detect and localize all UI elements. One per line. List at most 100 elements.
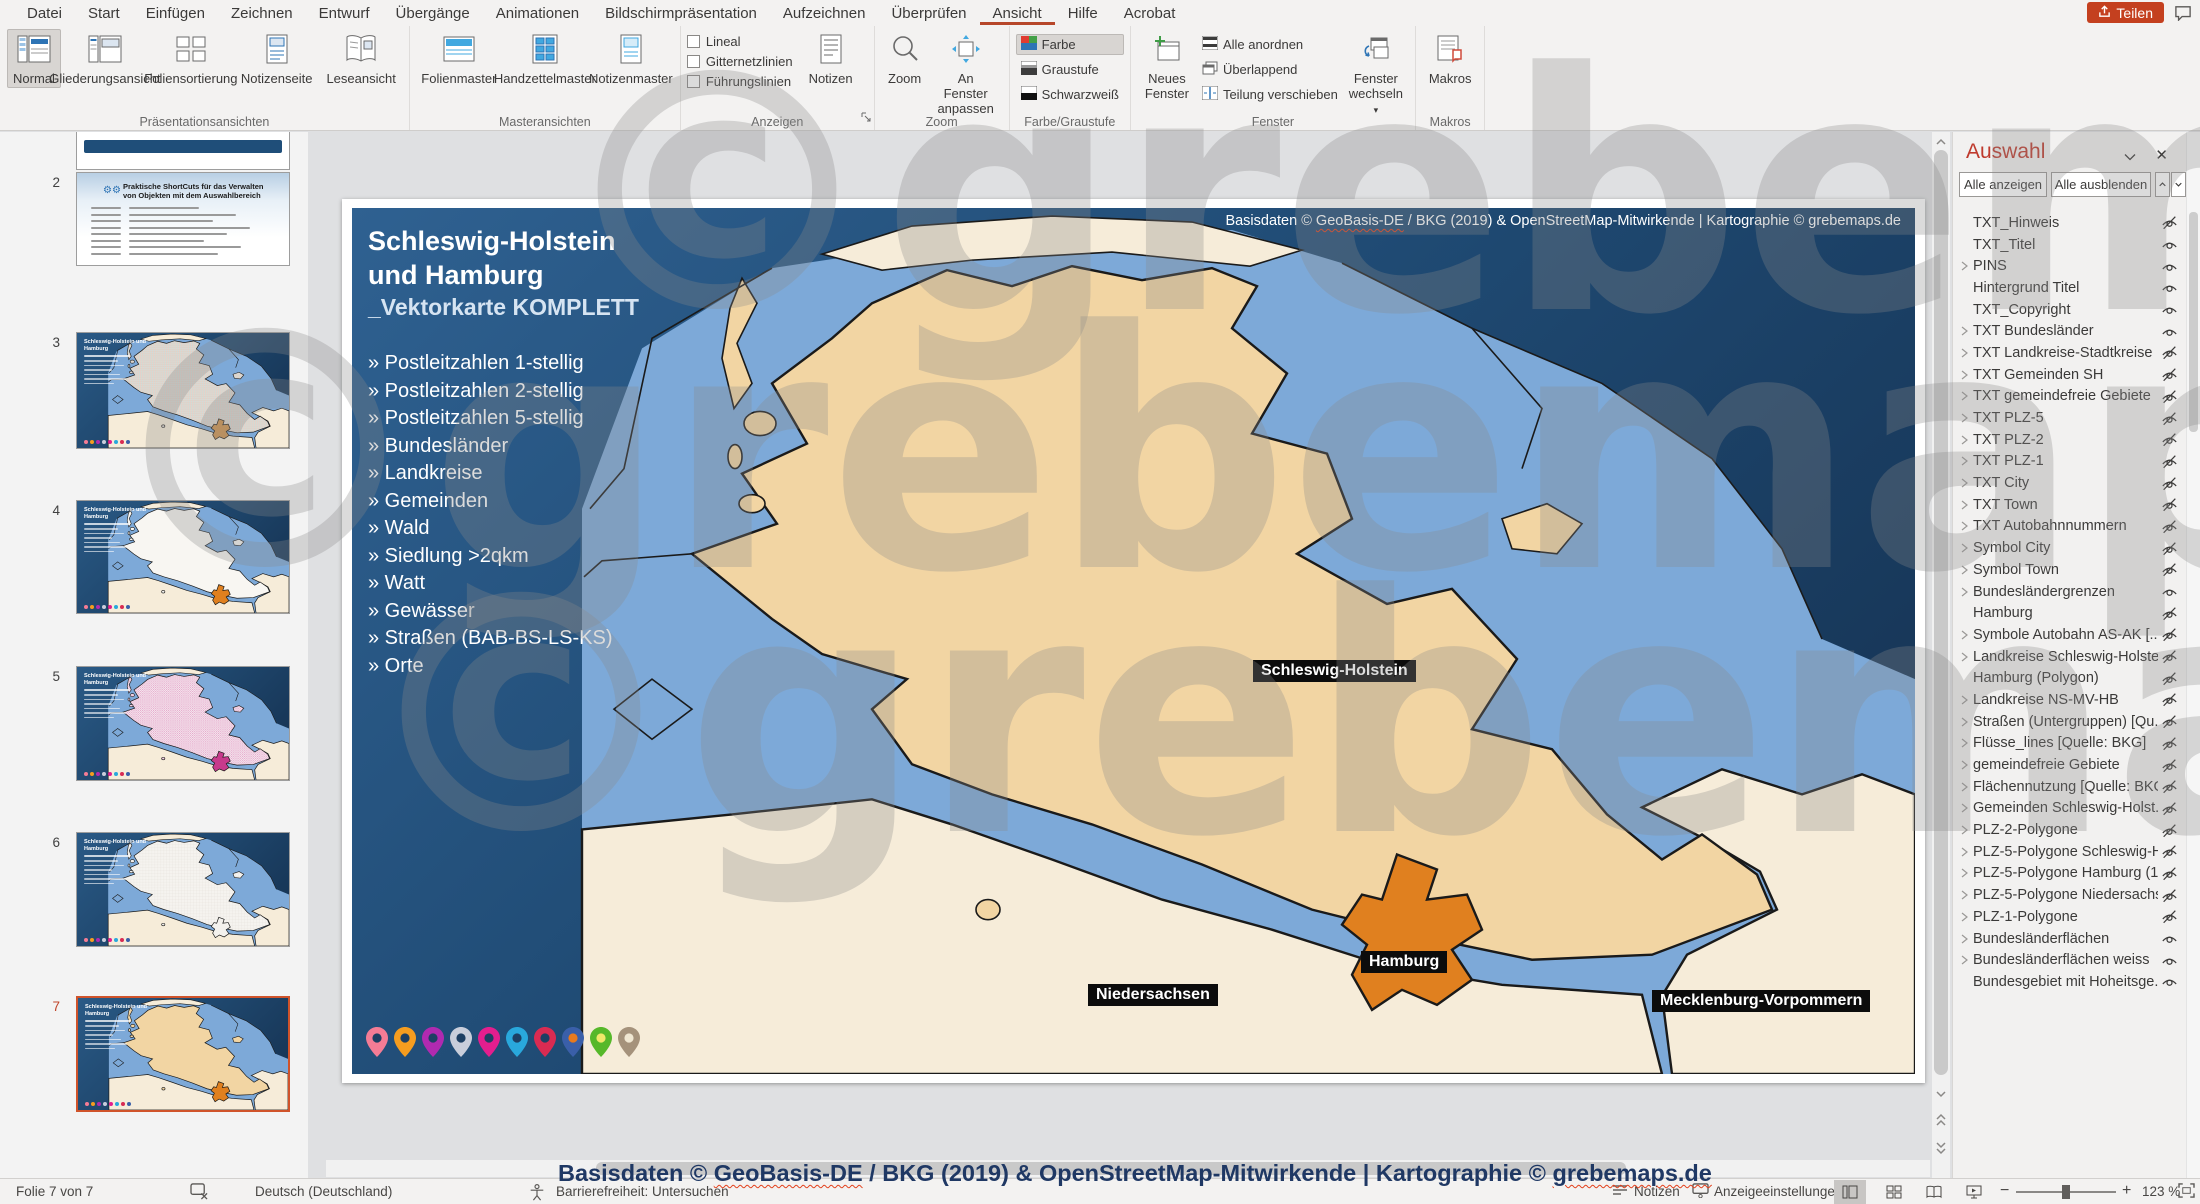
eye-hidden-icon[interactable] [2158, 432, 2178, 447]
selection-item-name[interactable]: Gemeinden Schleswig-Holst... [1973, 800, 2158, 816]
selection-item-row[interactable]: TXT_Hinweis [1953, 212, 2186, 234]
menu-tab-überprüfen[interactable]: Überprüfen [878, 1, 979, 25]
eye-hidden-icon[interactable] [2158, 866, 2178, 881]
eye-hidden-icon[interactable] [2158, 671, 2178, 686]
selection-item-row[interactable]: PLZ-5-Polygone Hamburg (1... [1953, 863, 2186, 885]
selection-item-name[interactable]: TXT PLZ-1 [1973, 453, 2158, 469]
eye-hidden-icon[interactable] [2158, 476, 2178, 491]
expand-chevron-icon[interactable] [1961, 847, 1973, 857]
eye-visible-icon[interactable] [2158, 584, 2178, 599]
selection-item-row[interactable]: Symbole Autobahn AS-AK [... [1953, 624, 2186, 646]
expand-chevron-icon[interactable] [1961, 391, 1973, 401]
selection-item-name[interactable]: Bundesländerflächen weiss [1973, 952, 2158, 968]
expand-chevron-icon[interactable] [1961, 695, 1973, 705]
zoom-in-button[interactable]: + [2122, 1182, 2131, 1200]
selection-item-row[interactable]: gemeindefreie Gebiete [1953, 754, 2186, 776]
selection-item-name[interactable]: PLZ-5-Polygone Schleswig-H... [1973, 844, 2158, 860]
expand-chevron-icon[interactable] [1961, 435, 1973, 445]
selection-item-row[interactable]: Flüsse_lines [Quelle: BKG] [1953, 733, 2186, 755]
selection-item-row[interactable]: Symbol Town [1953, 559, 2186, 581]
eye-visible-icon[interactable] [2158, 953, 2178, 968]
selection-item-row[interactable]: PINS [1953, 255, 2186, 277]
selection-item-row[interactable]: TXT PLZ-5 [1953, 407, 2186, 429]
slide-canvas[interactable]: Basisdaten © GeoBasis-DE / BKG (2019) & … [342, 199, 1925, 1083]
eye-hidden-icon[interactable] [2158, 606, 2178, 621]
selection-item-name[interactable]: Straßen (Untergruppen) [Qu... [1973, 714, 2158, 730]
eye-hidden-icon[interactable] [2158, 367, 2178, 382]
expand-chevron-icon[interactable] [1961, 934, 1973, 944]
pane-close-icon[interactable]: ✕ [2155, 146, 2168, 164]
notes-master-button[interactable]: Notizenmaster [589, 29, 673, 88]
eye-hidden-icon[interactable] [2158, 454, 2178, 469]
selection-item-row[interactable]: PLZ-5-Polygone Niedersachs... [1953, 884, 2186, 906]
selection-item-row[interactable]: Bundesländerflächen weiss [1953, 949, 2186, 971]
eye-visible-icon[interactable] [2158, 931, 2178, 946]
eye-hidden-icon[interactable] [2158, 801, 2178, 816]
selection-item-name[interactable]: TXT Town [1973, 497, 2158, 513]
language-status[interactable]: Deutsch (Deutschland) [255, 1184, 392, 1199]
selection-item-row[interactable]: TXT PLZ-1 [1953, 451, 2186, 473]
eye-hidden-icon[interactable] [2158, 736, 2178, 751]
selection-item-row[interactable]: Landkreise NS-MV-HB [1953, 689, 2186, 711]
selection-item-name[interactable]: TXT_Titel [1973, 237, 2158, 253]
selection-item-row[interactable]: Landkreise Schleswig-Holstein [1953, 646, 2186, 668]
selection-item-name[interactable]: TXT PLZ-5 [1973, 410, 2158, 426]
selection-item-row[interactable]: Flächennutzung [Quelle: BKG] [1953, 776, 2186, 798]
selection-item-name[interactable]: Hintergrund Titel [1973, 280, 2158, 296]
slide-thumbnail-5[interactable]: Schleswig-Holstein und Hamburg [76, 666, 290, 781]
selection-pane-scrollbar[interactable] [2186, 132, 2200, 1178]
notes-page-button[interactable]: Notizenseite [235, 29, 319, 88]
eye-hidden-icon[interactable] [2158, 215, 2178, 230]
slide-1-thumbnail-partial[interactable] [76, 132, 290, 170]
menu-tab-aufzeichnen[interactable]: Aufzeichnen [770, 1, 879, 25]
selection-item-name[interactable]: Symbole Autobahn AS-AK [... [1973, 627, 2158, 643]
expand-chevron-icon[interactable] [1961, 521, 1973, 531]
expand-chevron-icon[interactable] [1961, 803, 1973, 813]
fit-slide-to-window-icon[interactable] [2178, 1183, 2195, 1201]
eye-visible-icon[interactable] [2158, 324, 2178, 339]
zoom-level[interactable]: 123 % [2142, 1184, 2180, 1199]
expand-chevron-icon[interactable] [1961, 587, 1973, 597]
menu-tab-ansicht[interactable]: Ansicht [979, 1, 1055, 25]
selection-item-row[interactable]: TXT_Titel [1953, 234, 2186, 256]
selection-item-row[interactable]: Hintergrund Titel [1953, 277, 2186, 299]
switch-window-button[interactable]: Fenster wechseln ▾ [1344, 29, 1408, 120]
new-window-button[interactable]: Neues Fenster [1138, 29, 1196, 103]
selection-item-name[interactable]: Landkreise Schleswig-Holstein [1973, 649, 2158, 665]
language-proofing-icon[interactable] [190, 1183, 209, 1203]
selection-item-name[interactable]: PLZ-5-Polygone Niedersachs... [1973, 887, 2158, 903]
show-all-button[interactable]: Alle anzeigen [1959, 172, 2047, 197]
reading-view-button[interactable]: Leseansicht [320, 29, 401, 88]
eye-visible-icon[interactable] [2158, 974, 2178, 989]
selection-item-name[interactable]: Bundesländerflächen [1973, 931, 2158, 947]
hide-all-button[interactable]: Alle ausblenden [2051, 172, 2151, 197]
selection-item-row[interactable]: PLZ-1-Polygone [1953, 906, 2186, 928]
slide-thumbnail-6[interactable]: Schleswig-Holstein und Hamburg [76, 832, 290, 947]
selection-item-name[interactable]: TXT Bundesländer [1973, 323, 2158, 339]
expand-chevron-icon[interactable] [1961, 955, 1973, 965]
selection-item-row[interactable]: Bundesländergrenzen [1953, 581, 2186, 603]
selection-item-row[interactable]: Bundesgebiet mit Hoheitsge... [1953, 971, 2186, 993]
selection-item-row[interactable]: Bundesländerflächen [1953, 928, 2186, 950]
selection-pane-scroll-thumb[interactable] [2189, 212, 2198, 432]
expand-chevron-icon[interactable] [1961, 413, 1973, 423]
selection-item-name[interactable]: TXT Gemeinden SH [1973, 367, 2158, 383]
selection-item-row[interactable]: TXT Gemeinden SH [1953, 364, 2186, 386]
normal-view-status-button[interactable] [1834, 1180, 1866, 1204]
selection-item-row[interactable]: Hamburg [1953, 602, 2186, 624]
expand-chevron-icon[interactable] [1961, 261, 1973, 271]
accessibility-icon[interactable] [528, 1183, 546, 1204]
macros-button[interactable]: Makros [1423, 29, 1478, 88]
menu-tab-datei[interactable]: Datei [14, 1, 75, 25]
eye-visible-icon[interactable] [2158, 280, 2178, 295]
expand-chevron-icon[interactable] [1961, 782, 1973, 792]
selection-item-name[interactable]: TXT City [1973, 475, 2158, 491]
slide-sorter-status-button[interactable] [1878, 1180, 1910, 1204]
selection-item-name[interactable]: TXT_Hinweis [1973, 215, 2158, 231]
eye-hidden-icon[interactable] [2158, 389, 2178, 404]
slide-thumbnail-2[interactable]: ⚙⚙ Praktische ShortCuts für das Verwalte… [76, 172, 290, 266]
eye-hidden-icon[interactable] [2158, 779, 2178, 794]
selection-item-row[interactable]: PLZ-5-Polygone Schleswig-H... [1953, 841, 2186, 863]
selection-item-name[interactable]: TXT Landkreise-Stadtkreise [1973, 345, 2158, 361]
selection-item-name[interactable]: Bundesländergrenzen [1973, 584, 2158, 600]
